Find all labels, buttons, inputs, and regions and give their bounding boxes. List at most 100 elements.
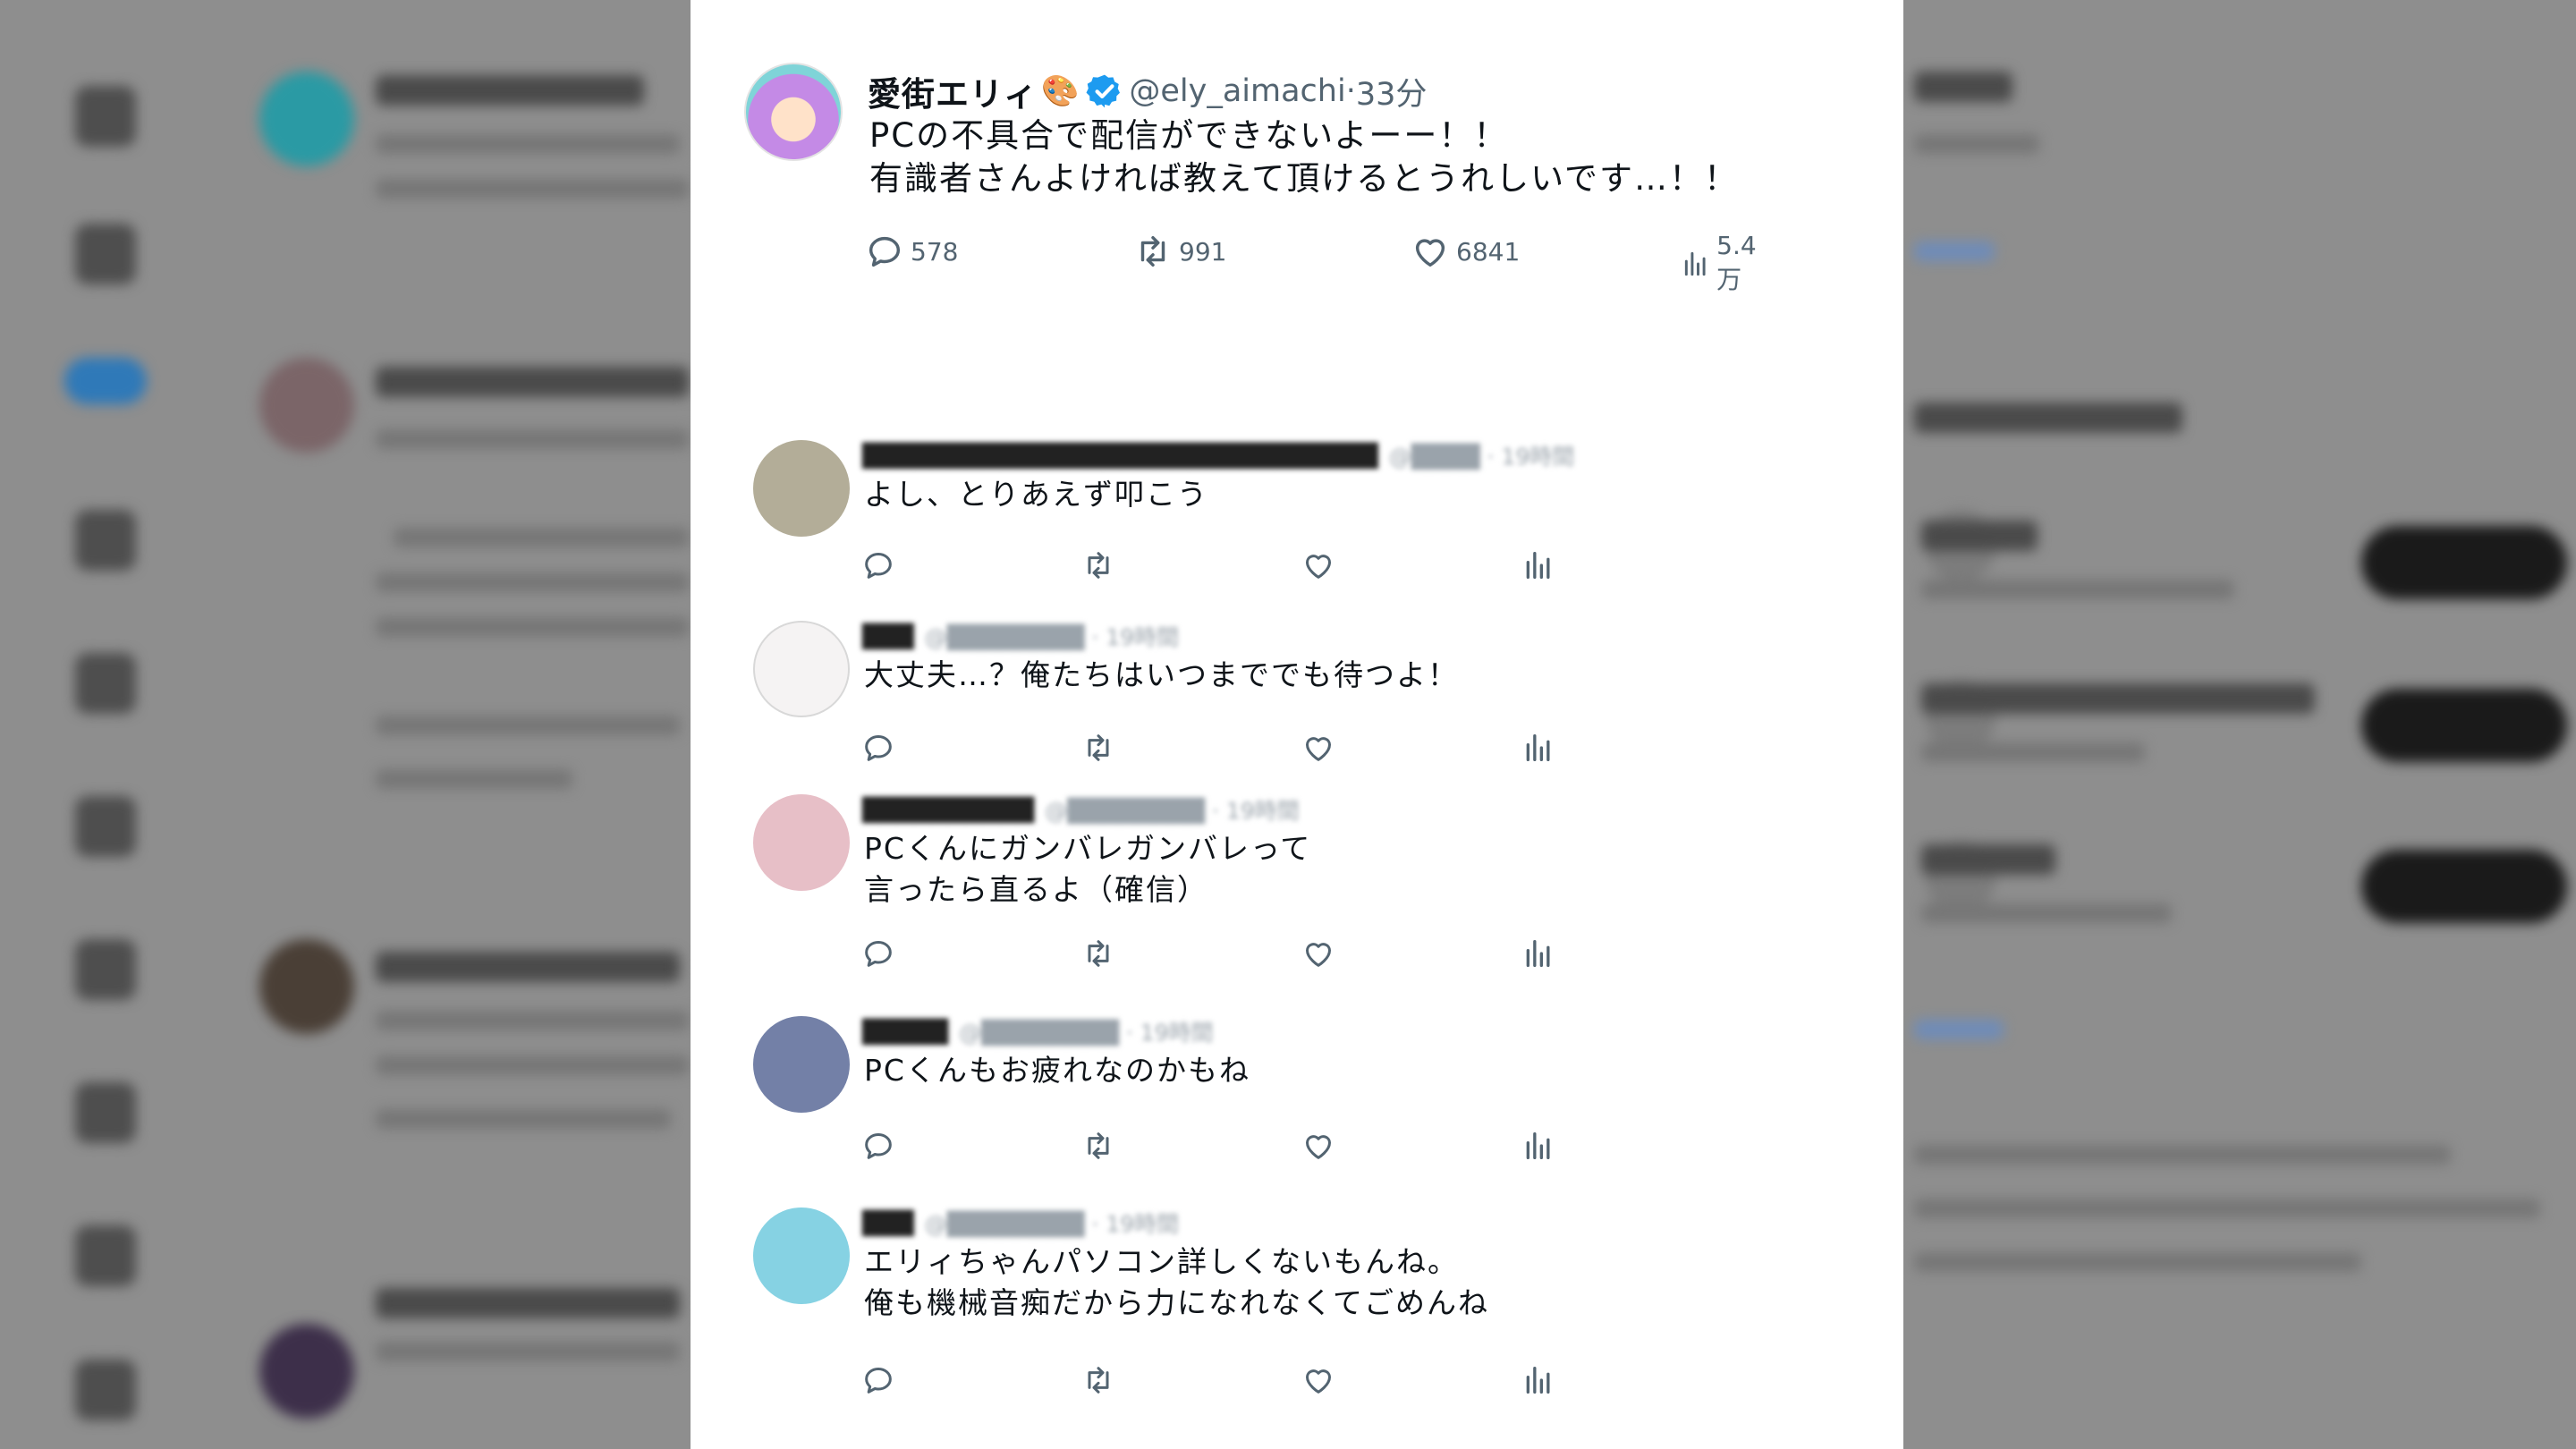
reply-icon — [865, 735, 892, 761]
bg-text — [376, 769, 572, 789]
reply-button[interactable] — [860, 1128, 902, 1164]
reply-author-handle[interactable]: @████████ · 19時間 — [1045, 793, 1299, 826]
like-button[interactable] — [1301, 936, 1342, 971]
retweet-count: 991 — [1179, 236, 1227, 267]
retweet-button[interactable] — [1080, 547, 1122, 583]
like-icon — [1415, 239, 1445, 267]
separator-dot: · — [1345, 73, 1356, 109]
retweet-icon — [1088, 1367, 1109, 1394]
bg-text — [376, 367, 689, 397]
like-button[interactable] — [1301, 730, 1342, 766]
reply-actions — [798, 730, 1550, 769]
views-button[interactable] — [1521, 936, 1562, 971]
tweet-time[interactable]: 33分 — [1356, 69, 1428, 114]
reply-avatar[interactable] — [753, 440, 850, 537]
reply-text: PCくんもお疲れなのかもね — [864, 1053, 1250, 1088]
bg-text — [1914, 1145, 2451, 1165]
reply-author-name[interactable]: ██████████ — [862, 797, 1034, 823]
retweet-button[interactable] — [1080, 936, 1122, 971]
reply-actions — [798, 1362, 1550, 1402]
reply-meta: ██████████████████████████████ @████ · 1… — [862, 439, 1575, 471]
like-icon — [1306, 1135, 1331, 1159]
reply-button[interactable]: 578 — [864, 231, 958, 272]
reply-actions — [798, 936, 1550, 975]
bg-communities-icon — [75, 1082, 136, 1143]
retweet-icon — [1140, 235, 1165, 267]
reply-author-name[interactable]: █████ — [862, 1019, 948, 1045]
bg-follow-button — [2361, 689, 2567, 762]
tweet-header: 愛街エリィ 🎨 @ely_aimachi · 33分 — [868, 68, 1427, 114]
reply-avatar[interactable] — [753, 1208, 850, 1304]
bg-text — [1921, 742, 2145, 762]
bg-text — [376, 1109, 671, 1129]
retweet-button[interactable] — [1080, 1362, 1122, 1398]
bg-text — [1921, 521, 2038, 551]
like-button[interactable] — [1301, 1128, 1342, 1164]
tweet-actions: 578 991 6841 5.4万 — [864, 231, 1757, 294]
reply-meta: █████ @████████ · 19時間 — [862, 1015, 1214, 1047]
reply-author-handle[interactable]: @████████ · 19時間 — [959, 1015, 1213, 1047]
author-avatar[interactable] — [744, 63, 843, 161]
views-button[interactable]: 5.4万 — [1680, 231, 1767, 296]
reply-button[interactable] — [860, 730, 902, 766]
bg-text — [1914, 134, 2039, 154]
bg-text — [376, 134, 680, 154]
reply-text: 大丈夫…？俺たちはいつまででも待つよ！ — [864, 657, 1459, 692]
bg-text — [1914, 1252, 2361, 1272]
bg-text — [1914, 1199, 2540, 1218]
bg-text — [1921, 580, 2234, 599]
bg-text — [1914, 242, 1995, 261]
retweet-button[interactable] — [1080, 1128, 1122, 1164]
reply-author-handle[interactable]: @████████ · 19時間 — [925, 620, 1179, 652]
bg-profile-icon — [75, 1225, 136, 1286]
reply-meta: ██████████ @████████ · 19時間 — [862, 793, 1300, 826]
reply-text: よし、とりあえず叩こう — [864, 477, 1208, 512]
reply-icon — [865, 553, 892, 579]
views-icon — [1684, 251, 1706, 275]
palette-icon: 🎨 — [1041, 73, 1080, 109]
views-button[interactable] — [1521, 1128, 1562, 1164]
reply-author-name[interactable]: ███ — [862, 623, 914, 649]
reply-icon — [865, 1368, 892, 1394]
bg-text — [376, 1055, 689, 1075]
bg-search-icon — [75, 224, 136, 284]
bg-text — [376, 179, 689, 199]
like-button[interactable] — [1301, 1362, 1342, 1398]
views-icon — [1526, 552, 1550, 579]
views-button[interactable] — [1521, 547, 1562, 583]
reply-button[interactable] — [860, 547, 902, 583]
reply-author-handle[interactable]: @████████ · 19時間 — [925, 1207, 1179, 1239]
bg-home-icon — [75, 86, 136, 147]
retweet-icon — [1088, 1132, 1109, 1159]
reply-avatar[interactable] — [753, 621, 850, 717]
author-display-name[interactable]: 愛街エリィ — [868, 67, 1038, 115]
views-button[interactable] — [1521, 1362, 1562, 1398]
bg-avatar — [259, 358, 354, 453]
reply-text: PCくんにガンバレガンバレって 言ったら直るよ（確信） — [864, 831, 1312, 907]
reply-avatar[interactable] — [753, 1016, 850, 1113]
retweet-button[interactable] — [1080, 730, 1122, 766]
like-button[interactable] — [1301, 547, 1342, 583]
bg-x-icon — [75, 653, 136, 714]
reply-author-handle[interactable]: @████ · 19時間 — [1389, 439, 1575, 471]
views-button[interactable] — [1521, 730, 1562, 766]
reply-icon — [869, 236, 901, 267]
retweet-button[interactable]: 991 — [1132, 231, 1226, 272]
reply-button[interactable] — [860, 1362, 902, 1398]
reply-button[interactable] — [860, 936, 902, 971]
views-icon — [1526, 940, 1550, 967]
reply-author-name[interactable]: ███ — [862, 1210, 914, 1236]
bg-text — [1914, 402, 2182, 433]
bg-avatar — [259, 1324, 354, 1419]
author-handle[interactable]: @ely_aimachi — [1129, 73, 1345, 109]
bg-follow-button — [2361, 526, 2567, 599]
tweet-thread-panel: 愛街エリィ 🎨 @ely_aimachi · 33分 PCの不具合で配信ができな… — [691, 0, 1903, 1449]
verified-icon — [1086, 74, 1121, 108]
reply-avatar[interactable] — [753, 794, 850, 891]
like-icon — [1306, 737, 1331, 761]
bg-text — [376, 617, 689, 637]
retweet-icon — [1088, 940, 1109, 967]
bg-text — [376, 1011, 689, 1030]
reply-author-name[interactable]: ██████████████████████████████ — [862, 443, 1378, 469]
like-button[interactable]: 6841 — [1410, 231, 1520, 272]
